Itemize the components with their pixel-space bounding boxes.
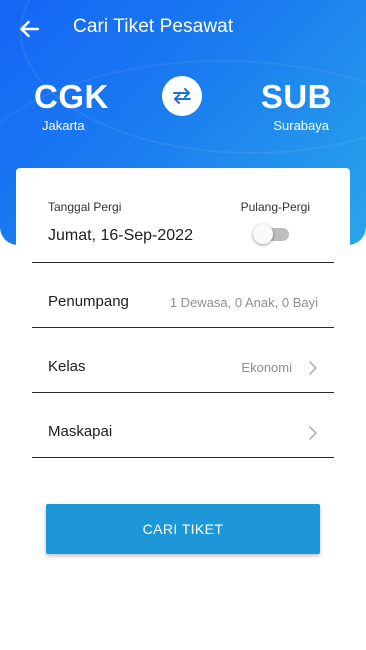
toggle-thumb	[253, 224, 273, 244]
swap-route-button[interactable]	[162, 76, 202, 116]
airline-row[interactable]: Maskapai	[32, 393, 334, 458]
departure-date-row[interactable]: Tanggal Pergi Jumat, 16-Sep-2022 Pulang-…	[32, 193, 334, 263]
passengers-value: 1 Dewasa, 0 Anak, 0 Bayi	[169, 295, 318, 310]
arrow-left-icon	[20, 20, 39, 38]
airline-label: Maskapai	[48, 423, 113, 440]
page-title: Cari Tiket Pesawat	[73, 16, 234, 37]
origin-airport-code[interactable]: CGK	[34, 78, 109, 116]
round-trip-label: Pulang-Pergi	[240, 200, 310, 214]
departure-date-value[interactable]: Jumat, 16-Sep-2022	[48, 227, 193, 245]
round-trip-toggle[interactable]	[253, 224, 291, 244]
class-row[interactable]: Kelas Ekonomi	[32, 328, 334, 393]
chevron-right-icon	[309, 426, 317, 440]
passengers-row[interactable]: Penumpang 1 Dewasa, 0 Anak, 0 Bayi	[32, 263, 334, 328]
class-label: Kelas	[48, 358, 86, 375]
chevron-right-icon	[309, 361, 317, 375]
app-bar: Cari Tiket Pesawat	[0, 0, 366, 58]
origin-city[interactable]: Jakarta	[42, 118, 85, 133]
class-value: Ekonomi	[241, 360, 292, 375]
destination-airport-code[interactable]: SUB	[261, 78, 332, 116]
passengers-label: Penumpang	[48, 293, 129, 310]
departure-date-label: Tanggal Pergi	[48, 200, 122, 214]
destination-city[interactable]: Surabaya	[273, 118, 329, 133]
swap-arrows-icon	[173, 88, 191, 104]
search-ticket-button[interactable]: CARI TIKET	[46, 504, 320, 554]
back-button[interactable]	[14, 15, 44, 43]
